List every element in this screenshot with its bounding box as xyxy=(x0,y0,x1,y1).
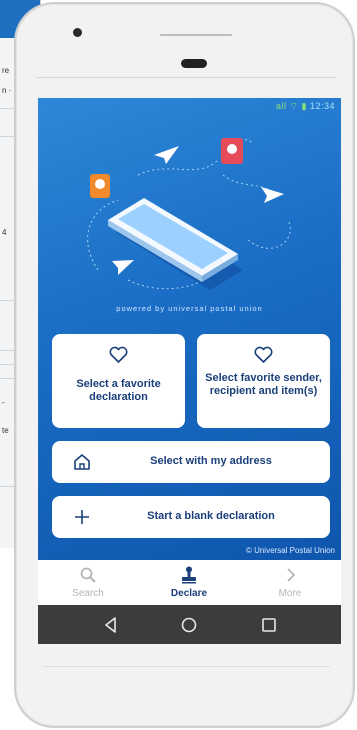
tab-label: Declare xyxy=(170,588,208,599)
heart-icon xyxy=(109,346,128,363)
tab-label: Search xyxy=(72,588,104,599)
select-favorite-declaration-button[interactable]: Select a favorite declaration xyxy=(52,334,185,428)
divider xyxy=(36,77,336,78)
copyright-text: © Universal Postal Union xyxy=(245,546,335,555)
signal-wifi-battery-icon: all ⌔ ▮ xyxy=(276,101,307,111)
card-label: Select favorite sender, recipient and it… xyxy=(205,372,322,397)
start-blank-declaration-button[interactable]: Start a blank declaration xyxy=(52,496,330,538)
tab-declare[interactable]: Declare xyxy=(139,560,239,605)
chevron-right-icon xyxy=(287,568,296,582)
speaker-grille xyxy=(160,34,232,36)
tab-search[interactable]: Search xyxy=(38,560,138,605)
powered-by-text: powered by universal postal union xyxy=(116,304,263,313)
tab-label: More xyxy=(278,588,302,599)
background-text: re xyxy=(2,66,10,75)
paper-plane-icon xyxy=(154,146,179,164)
status-time: 12:34 xyxy=(309,101,335,111)
app-main: all ⌔ ▮ 12:34 powered by universal posta… xyxy=(38,98,341,560)
red-pin-icon xyxy=(221,138,243,164)
card-label: Select a favorite declaration xyxy=(76,378,161,403)
divider xyxy=(42,666,330,667)
camera-icon xyxy=(73,28,82,37)
select-with-my-address-button[interactable]: Select with my address xyxy=(52,441,330,483)
earpiece xyxy=(181,59,207,68)
back-icon[interactable] xyxy=(100,614,122,636)
select-favorite-sender-button[interactable]: Select favorite sender, recipient and it… xyxy=(197,334,330,428)
plus-icon xyxy=(75,510,89,524)
bottom-navigation: Search Declare More xyxy=(38,560,341,605)
home-icon xyxy=(74,454,90,470)
paper-plane-icon xyxy=(112,260,134,275)
paper-plane-icon xyxy=(261,187,284,203)
row-label: Select with my address xyxy=(150,455,272,467)
background-text: te xyxy=(2,426,9,435)
heart-icon xyxy=(254,346,273,363)
stamp-icon xyxy=(182,566,196,584)
row-label: Start a blank declaration xyxy=(147,510,275,522)
background-text: - xyxy=(2,398,5,407)
background-text: n · xyxy=(2,86,12,95)
hero-illustration xyxy=(87,138,291,290)
android-navigation-bar xyxy=(38,605,341,644)
status-bar: all ⌔ ▮ 12:34 xyxy=(276,101,335,112)
tab-more[interactable]: More xyxy=(240,560,340,605)
orange-pin-icon xyxy=(90,174,110,198)
home-circle-icon[interactable] xyxy=(178,614,200,636)
search-icon xyxy=(80,567,96,583)
phone-screen: all ⌔ ▮ 12:34 powered by universal posta… xyxy=(38,98,341,644)
phone-illustration xyxy=(108,198,238,282)
recents-icon[interactable] xyxy=(258,614,280,636)
background-text: 4 xyxy=(2,228,7,237)
